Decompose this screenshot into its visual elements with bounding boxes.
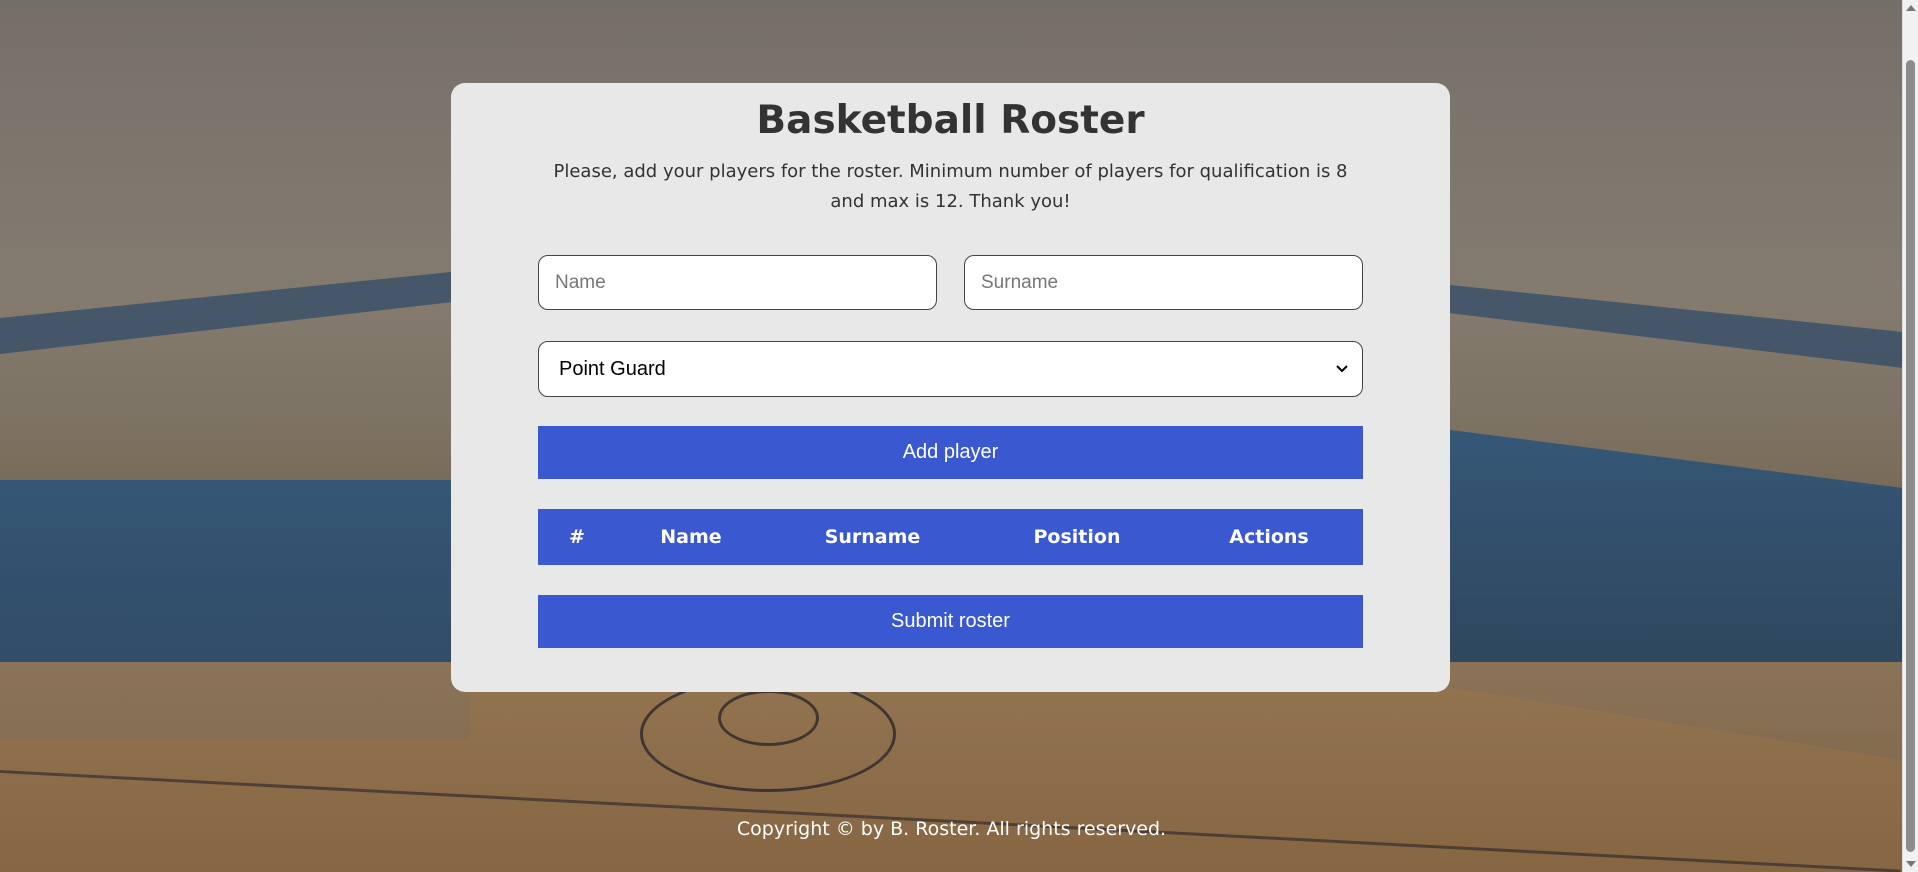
name-input[interactable] [538, 255, 937, 310]
surname-input[interactable] [964, 255, 1363, 310]
vertical-scrollbar[interactable] [1902, 0, 1918, 872]
submit-roster-button[interactable]: Submit roster [538, 595, 1363, 648]
balcony-right [1383, 278, 1903, 368]
column-header-name: Name [660, 526, 722, 548]
page-title: Basketball Roster [756, 98, 1145, 143]
add-player-button[interactable]: Add player [538, 426, 1363, 479]
balcony-left [0, 270, 470, 354]
column-header-surname: Surname [824, 526, 921, 548]
footer-copyright: Copyright © by B. Roster. All rights res… [736, 818, 1167, 840]
column-header-number: # [569, 526, 585, 548]
column-header-actions: Actions [1229, 526, 1309, 548]
roster-table-header: # Name Surname Position Actions [538, 509, 1363, 565]
roster-card: Basketball Roster Please, add your playe… [451, 83, 1450, 692]
position-select[interactable]: Point Guard [538, 341, 1363, 397]
chevron-down-icon [1336, 360, 1348, 378]
court-inner-circle [718, 690, 819, 746]
scrollbar-thumb[interactable] [1906, 60, 1915, 852]
court-floor [0, 662, 1903, 872]
instructions-text: Please, add your players for the roster.… [553, 161, 1348, 212]
column-header-position: Position [1033, 526, 1121, 548]
position-selected-value: Point Guard [559, 357, 666, 380]
scroll-down-arrow-icon[interactable] [1906, 861, 1916, 867]
scroll-up-arrow-icon[interactable] [1906, 5, 1916, 11]
